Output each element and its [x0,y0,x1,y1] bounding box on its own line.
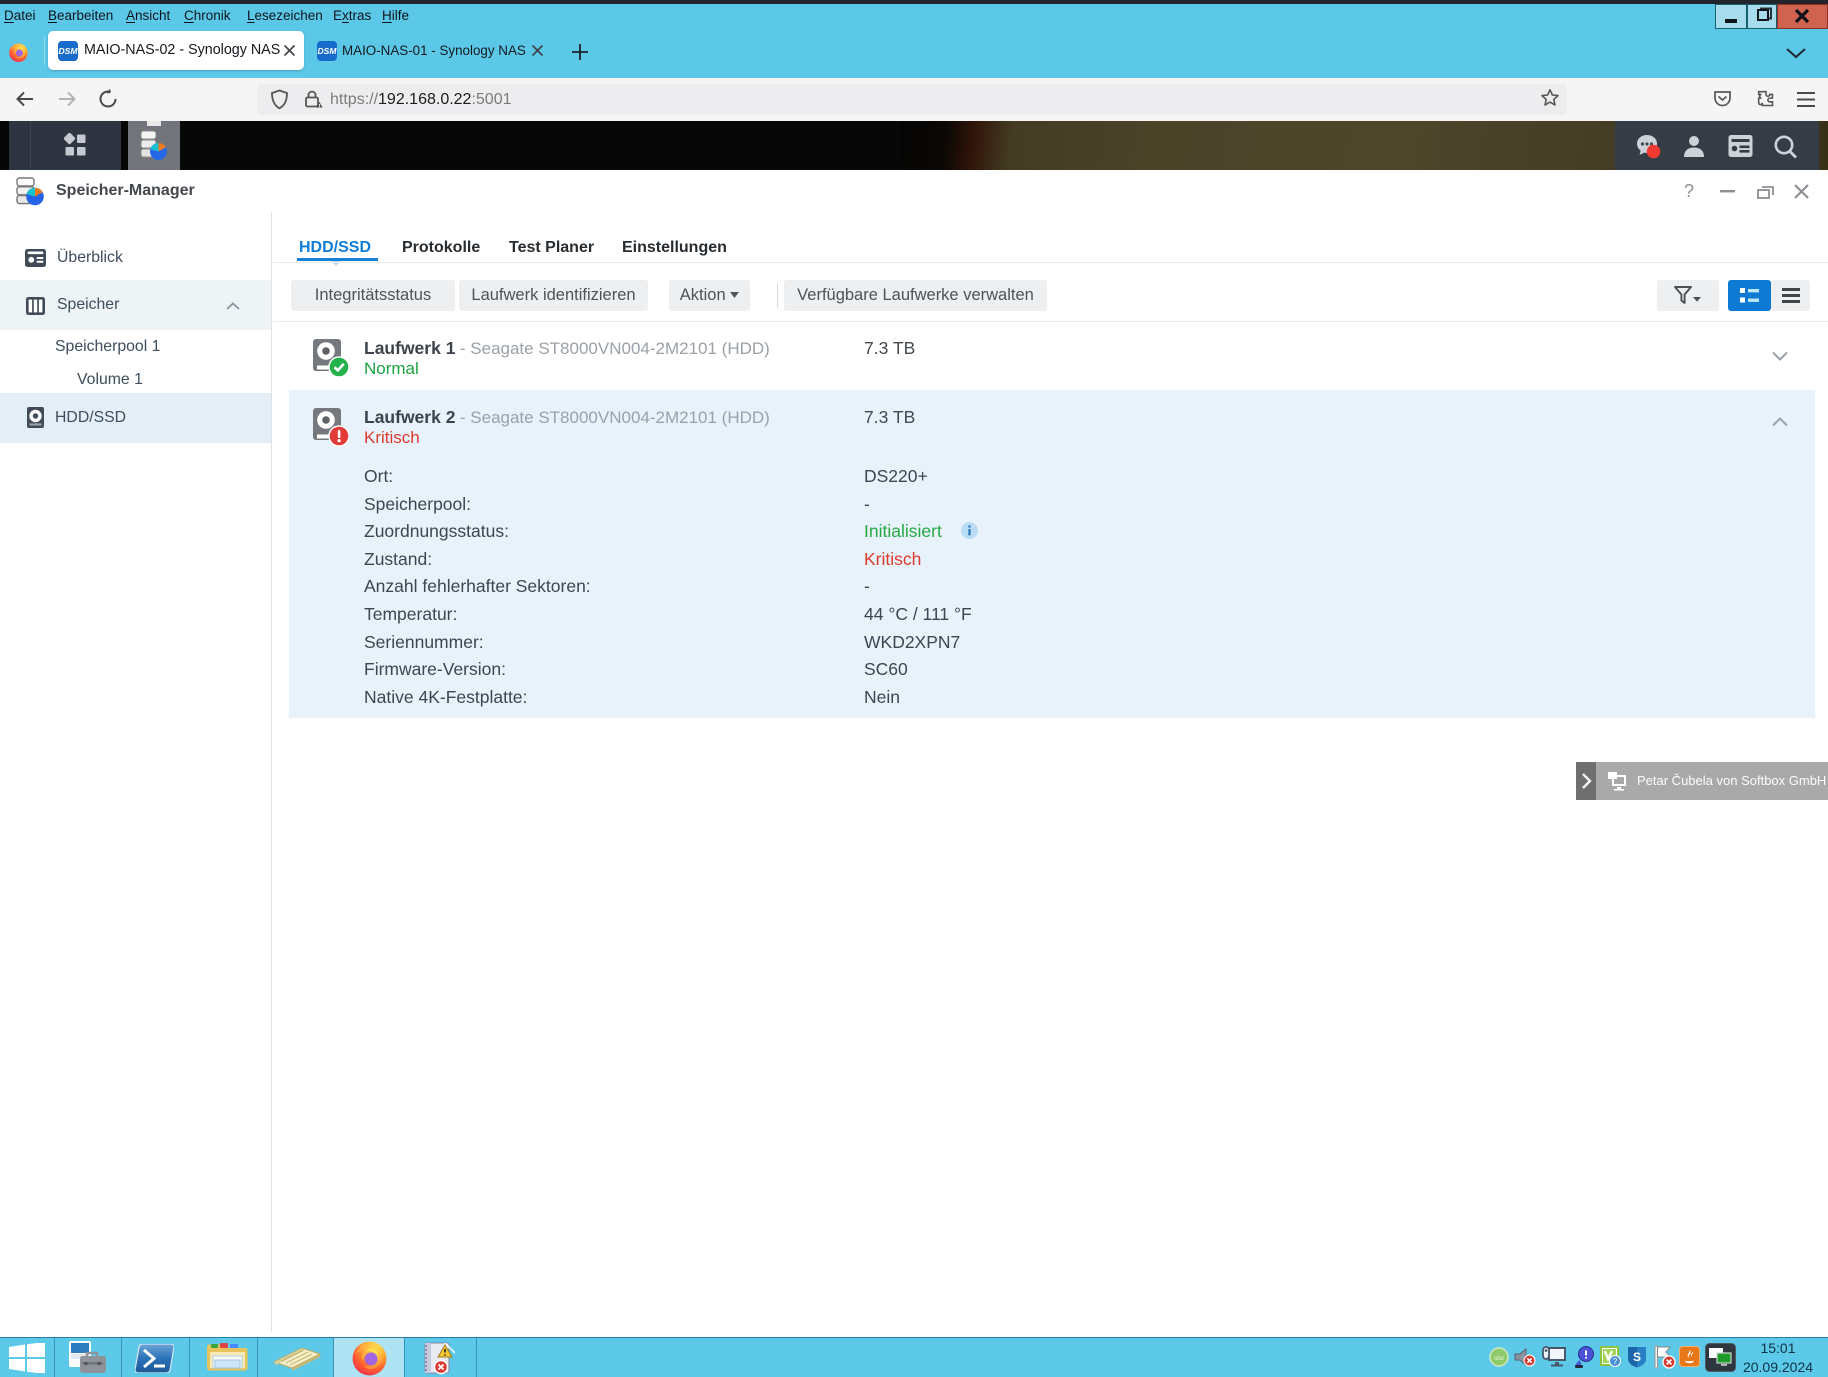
svg-text:sbx: sbx [1494,1355,1505,1362]
svg-text:?: ? [1613,1357,1618,1366]
svg-text:S: S [1633,1350,1641,1364]
